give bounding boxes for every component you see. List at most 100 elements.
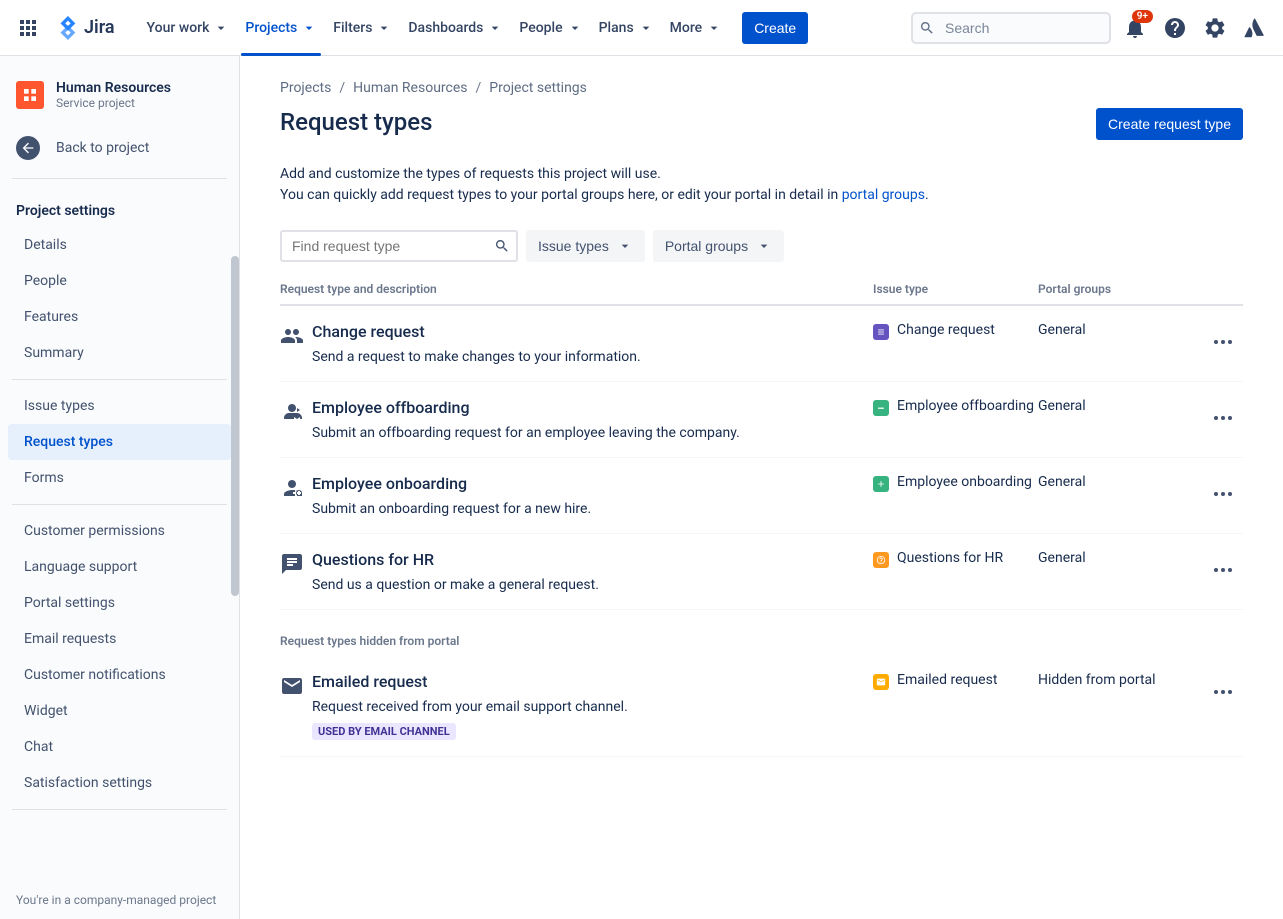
search-input[interactable] xyxy=(911,12,1111,44)
nav-dashboards[interactable]: Dashboards xyxy=(400,12,511,44)
search-icon xyxy=(919,20,935,36)
portal-group: General xyxy=(1038,322,1203,365)
breadcrumb-projects[interactable]: Projects xyxy=(280,80,331,96)
project-settings-title: Project settings xyxy=(0,187,239,227)
nav-more[interactable]: More xyxy=(662,12,731,44)
sidebar-item-portal-settings[interactable]: Portal settings xyxy=(8,585,231,621)
sidebar-item-chat[interactable]: Chat xyxy=(8,729,231,765)
sidebar-item-customer-permissions[interactable]: Customer permissions xyxy=(8,513,231,549)
nav-plans[interactable]: Plans xyxy=(591,12,662,44)
sidebar-item-summary[interactable]: Summary xyxy=(8,335,231,371)
row-title: Questions for HR xyxy=(312,550,853,569)
sidebar-footer: You're in a company-managed project xyxy=(0,881,239,919)
more-actions-button[interactable] xyxy=(1207,478,1239,514)
project-type: Service project xyxy=(56,96,171,110)
more-actions-button[interactable] xyxy=(1207,326,1239,362)
app-switcher-icon[interactable] xyxy=(12,12,44,44)
portal-group: General xyxy=(1038,550,1203,593)
request-type-icon xyxy=(280,550,312,593)
divider xyxy=(12,178,227,179)
sidebar-item-details[interactable]: Details xyxy=(8,227,231,263)
row-desc: Send us a question or make a general req… xyxy=(312,577,853,593)
issue-type: Employee onboarding xyxy=(873,474,1038,517)
portal-groups-link[interactable]: portal groups xyxy=(842,187,925,203)
chevron-down-icon xyxy=(756,238,772,254)
table-row[interactable]: Change request Send a request to make ch… xyxy=(280,306,1243,382)
breadcrumb-project-settings[interactable]: Project settings xyxy=(489,80,587,96)
sidebar-item-features[interactable]: Features xyxy=(8,299,231,335)
portal-group: Hidden from portal xyxy=(1038,672,1203,740)
sidebar-item-forms[interactable]: Forms xyxy=(8,460,231,496)
notifications-button[interactable]: 9+ xyxy=(1119,12,1151,44)
sidebar-scroll[interactable]: Human Resources Service project Back to … xyxy=(0,56,239,881)
header-right: 9+ xyxy=(911,12,1271,44)
row-desc: Send a request to make changes to your i… xyxy=(312,349,853,365)
page-title: Request types xyxy=(280,108,433,136)
divider xyxy=(12,809,227,810)
breadcrumb-human-resources[interactable]: Human Resources xyxy=(353,80,467,96)
more-actions-button[interactable] xyxy=(1207,676,1239,712)
more-actions-button[interactable] xyxy=(1207,554,1239,590)
issue-type: Questions for HR xyxy=(873,550,1038,593)
issue-type: Change request xyxy=(873,322,1038,365)
table-row[interactable]: Employee offboarding Submit an offboardi… xyxy=(280,382,1243,458)
request-type-icon xyxy=(280,672,312,740)
sidebar-item-email-requests[interactable]: Email requests xyxy=(8,621,231,657)
sidebar-item-customer-notifications[interactable]: Customer notifications xyxy=(8,657,231,693)
table-body: Change request Send a request to make ch… xyxy=(280,306,1243,610)
row-title: Emailed request xyxy=(312,672,853,691)
table-row[interactable]: Employee onboarding Submit an onboarding… xyxy=(280,458,1243,534)
issue-types-filter[interactable]: Issue types xyxy=(526,230,645,262)
row-title: Employee onboarding xyxy=(312,474,853,493)
search-box xyxy=(911,12,1111,44)
breadcrumbs: Projects / Human Resources / Project set… xyxy=(280,80,1243,96)
col-header-desc: Request type and description xyxy=(280,282,873,296)
project-icon xyxy=(16,81,44,109)
col-header-portal: Portal groups xyxy=(1038,282,1203,296)
divider xyxy=(12,379,227,380)
row-title: Change request xyxy=(312,322,853,341)
nav-your-work[interactable]: Your work xyxy=(139,12,238,44)
jira-logo[interactable]: Jira xyxy=(48,16,123,40)
sidebar-item-issue-types[interactable]: Issue types xyxy=(8,388,231,424)
create-button[interactable]: Create xyxy=(742,12,808,44)
header-left: Jira Your work Projects Filters Dashboar… xyxy=(12,12,808,44)
nav-projects[interactable]: Projects xyxy=(237,12,325,44)
col-header-issue: Issue type xyxy=(873,282,1038,296)
issue-type: Emailed request xyxy=(873,672,1038,740)
back-to-project[interactable]: Back to project xyxy=(0,126,239,170)
page-header: Request types Create request type xyxy=(280,108,1243,140)
table-row[interactable]: Emailed request Request received from yo… xyxy=(280,656,1243,757)
table-row[interactable]: Questions for HR Send us a question or m… xyxy=(280,534,1243,610)
atlassian-icon[interactable] xyxy=(1239,12,1271,44)
portal-group: General xyxy=(1038,474,1203,517)
sidebar-item-language-support[interactable]: Language support xyxy=(8,549,231,585)
filters: Issue types Portal groups xyxy=(280,230,1243,262)
sidebar-item-widget[interactable]: Widget xyxy=(8,693,231,729)
nav-filters[interactable]: Filters xyxy=(325,12,400,44)
nav-items: Your work Projects Filters Dashboards Pe… xyxy=(139,12,809,44)
settings-gear-icon[interactable] xyxy=(1199,12,1231,44)
project-header[interactable]: Human Resources Service project xyxy=(0,56,239,126)
table-hidden-body: Emailed request Request received from yo… xyxy=(280,656,1243,757)
sidebar-item-people[interactable]: People xyxy=(8,263,231,299)
nav-people[interactable]: People xyxy=(511,12,590,44)
jira-logo-text: Jira xyxy=(84,17,115,38)
request-type-icon xyxy=(280,322,312,365)
row-desc: Submit an onboarding request for a new h… xyxy=(312,501,853,517)
create-request-type-button[interactable]: Create request type xyxy=(1096,108,1243,140)
sidebar-item-satisfaction-settings[interactable]: Satisfaction settings xyxy=(8,765,231,801)
find-request-type-input[interactable] xyxy=(280,230,518,262)
portal-groups-filter[interactable]: Portal groups xyxy=(653,230,784,262)
scrollbar-thumb[interactable] xyxy=(231,256,239,596)
more-actions-button[interactable] xyxy=(1207,402,1239,438)
project-name: Human Resources xyxy=(56,80,171,96)
back-arrow-icon xyxy=(16,136,40,160)
divider xyxy=(12,504,227,505)
search-icon xyxy=(494,238,510,254)
issue-type: Employee offboarding xyxy=(873,398,1038,441)
sidebar-item-request-types[interactable]: Request types xyxy=(8,424,231,460)
request-type-icon xyxy=(280,474,312,517)
row-desc: Request received from your email support… xyxy=(312,699,853,715)
help-icon[interactable] xyxy=(1159,12,1191,44)
